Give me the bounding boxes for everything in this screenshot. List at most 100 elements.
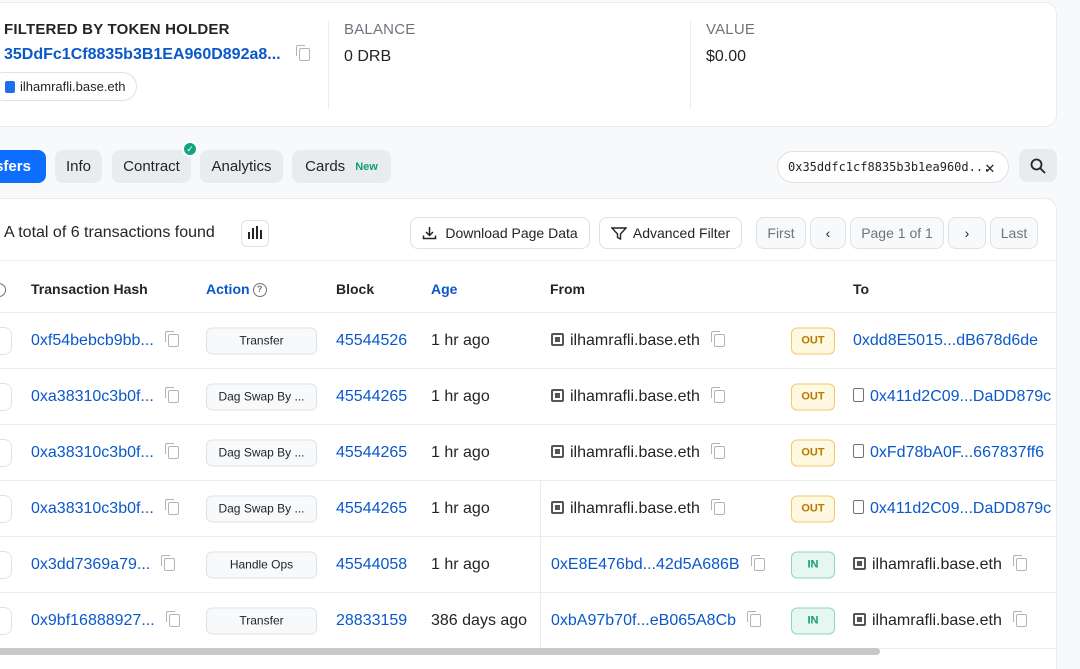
to-address[interactable]: 0x411d2C09...DaDD879c bbox=[853, 388, 1051, 406]
copy-icon[interactable] bbox=[747, 611, 762, 628]
action-badge: Dag Swap By ... bbox=[206, 439, 317, 467]
to-address[interactable]: 0x411d2C09...DaDD879c bbox=[853, 500, 1051, 518]
copy-icon[interactable] bbox=[164, 499, 179, 516]
eye-icon[interactable] bbox=[0, 327, 12, 355]
copy-icon[interactable] bbox=[165, 611, 180, 628]
tab-label: Cards bbox=[305, 158, 346, 175]
direction-badge: OUT bbox=[791, 495, 835, 523]
transaction-hash-link[interactable]: 0xa38310c3b0f... bbox=[31, 499, 179, 518]
filter-icon bbox=[610, 226, 627, 240]
transaction-hash-link[interactable]: 0x3dd7369a79... bbox=[31, 555, 176, 574]
copy-icon[interactable] bbox=[710, 331, 725, 348]
from-address[interactable]: ilhamrafli.base.eth bbox=[551, 499, 725, 518]
next-page-button[interactable]: › bbox=[948, 217, 986, 249]
copy-icon[interactable] bbox=[164, 387, 179, 404]
tab-label: Contract bbox=[123, 158, 180, 175]
age-text: 1 hr ago bbox=[431, 556, 490, 573]
block-link[interactable]: 45544265 bbox=[336, 388, 407, 406]
horizontal-scrollbar[interactable] bbox=[0, 648, 880, 655]
from-address[interactable]: 0xbA97b70f...eB065A8Cb bbox=[551, 611, 762, 630]
holder-name-pill[interactable]: ilhamrafli.base.eth bbox=[0, 72, 137, 101]
block-link[interactable]: 45544058 bbox=[336, 556, 407, 574]
transaction-hash-link[interactable]: 0xa38310c3b0f... bbox=[31, 443, 179, 462]
action-badge: Dag Swap By ... bbox=[206, 495, 317, 523]
eye-icon[interactable] bbox=[0, 551, 12, 579]
column-transaction-hash: Transaction Hash bbox=[31, 281, 148, 297]
copy-icon[interactable] bbox=[161, 555, 176, 572]
hash-text: 0xa38310c3b0f... bbox=[31, 388, 154, 405]
transaction-hash-link[interactable]: 0xa38310c3b0f... bbox=[31, 387, 179, 406]
copy-icon[interactable] bbox=[1012, 555, 1027, 572]
block-link[interactable]: 45544265 bbox=[336, 500, 407, 518]
prev-page-button[interactable]: ‹ bbox=[810, 217, 846, 249]
eye-icon[interactable] bbox=[0, 607, 12, 635]
total-transactions-text: A total of 6 transactions found bbox=[4, 224, 215, 241]
column-to: To bbox=[853, 281, 870, 297]
tab-label: Info bbox=[65, 158, 92, 175]
tab-transfers[interactable]: sfers bbox=[0, 150, 46, 183]
contract-icon bbox=[853, 388, 864, 402]
new-badge: New bbox=[355, 160, 378, 173]
from-address[interactable]: ilhamrafli.base.eth bbox=[551, 443, 725, 462]
to-text: 0x411d2C09...DaDD879c bbox=[870, 500, 1052, 517]
basename-icon bbox=[853, 557, 866, 570]
from-address[interactable]: 0xE8E476bd...42d5A686B bbox=[551, 555, 765, 574]
tab-contract[interactable]: Contract ✓ bbox=[112, 141, 198, 183]
column-action[interactable]: Action? bbox=[206, 281, 267, 298]
tab-label: Analytics bbox=[211, 158, 272, 175]
address-filter-chip[interactable]: 0x35ddfc1cf8835b3b1ea960d... ✕ bbox=[777, 151, 1009, 183]
copy-icon[interactable] bbox=[1012, 611, 1027, 628]
to-address[interactable]: ilhamrafli.base.eth bbox=[853, 611, 1027, 630]
block-link[interactable]: 45544265 bbox=[336, 444, 407, 462]
to-address[interactable]: 0xFd78bA0F...667837ff6 bbox=[853, 444, 1044, 462]
eye-icon[interactable] bbox=[0, 495, 12, 523]
copy-icon[interactable] bbox=[710, 387, 725, 404]
hash-text: 0xf54bebcb9bb... bbox=[31, 332, 154, 349]
last-page-button[interactable]: Last bbox=[990, 217, 1038, 249]
divider bbox=[540, 481, 541, 649]
tab-cards[interactable]: Cards New bbox=[292, 150, 391, 183]
table-row: 0xa38310c3b0f... Dag Swap By ... 4554426… bbox=[0, 369, 1080, 425]
age-text: 1 hr ago bbox=[431, 388, 490, 405]
transaction-hash-link[interactable]: 0x9bf16888927... bbox=[31, 611, 180, 630]
tab-info[interactable]: Info bbox=[55, 150, 102, 183]
copy-icon[interactable] bbox=[164, 443, 179, 460]
search-button[interactable] bbox=[1019, 149, 1057, 182]
from-address[interactable]: ilhamrafli.base.eth bbox=[551, 387, 725, 406]
copy-icon[interactable] bbox=[296, 45, 311, 62]
first-page-button[interactable]: First bbox=[756, 217, 806, 249]
action-badge: Transfer bbox=[206, 607, 317, 635]
age-text: 1 hr ago bbox=[431, 332, 490, 349]
download-icon bbox=[423, 227, 437, 240]
age-text: 1 hr ago bbox=[431, 444, 490, 461]
copy-icon[interactable] bbox=[164, 331, 179, 348]
holder-summary-card: FILTERED BY TOKEN HOLDER 35DdFc1Cf8835b3… bbox=[0, 2, 1057, 127]
tab-analytics[interactable]: Analytics bbox=[200, 150, 283, 183]
transaction-hash-link[interactable]: 0xf54bebcb9bb... bbox=[31, 331, 179, 350]
chart-toggle-button[interactable] bbox=[241, 220, 269, 247]
to-address[interactable]: ilhamrafli.base.eth bbox=[853, 555, 1027, 574]
to-address[interactable]: 0xdd8E5015...dB678d6de bbox=[853, 332, 1038, 350]
help-icon[interactable]: ? bbox=[252, 283, 267, 298]
from-text: 0xE8E476bd...42d5A686B bbox=[551, 556, 740, 573]
download-page-data-button[interactable]: Download Page Data bbox=[410, 217, 590, 249]
holder-address-link[interactable]: 35DdFc1Cf8835b3B1EA960D892a8... bbox=[4, 46, 281, 63]
column-age[interactable]: Age bbox=[431, 281, 457, 297]
first-label: First bbox=[767, 225, 795, 241]
copy-icon[interactable] bbox=[710, 499, 725, 516]
eye-icon[interactable] bbox=[0, 439, 12, 467]
close-icon[interactable]: ✕ bbox=[980, 157, 1000, 177]
advanced-filter-button[interactable]: Advanced Filter bbox=[599, 217, 742, 249]
block-link[interactable]: 45544526 bbox=[336, 332, 407, 350]
value-label: VALUE bbox=[706, 21, 756, 38]
hash-text: 0xa38310c3b0f... bbox=[31, 500, 154, 517]
copy-icon[interactable] bbox=[710, 443, 725, 460]
help-icon[interactable] bbox=[0, 281, 6, 298]
column-action-label: Action bbox=[206, 281, 250, 297]
block-link[interactable]: 28833159 bbox=[336, 612, 407, 630]
filter-address: 0x35ddfc1cf8835b3b1ea960d... bbox=[788, 160, 991, 174]
from-address[interactable]: ilhamrafli.base.eth bbox=[551, 331, 725, 350]
copy-icon[interactable] bbox=[750, 555, 765, 572]
column-from: From bbox=[550, 281, 585, 297]
eye-icon[interactable] bbox=[0, 383, 12, 411]
